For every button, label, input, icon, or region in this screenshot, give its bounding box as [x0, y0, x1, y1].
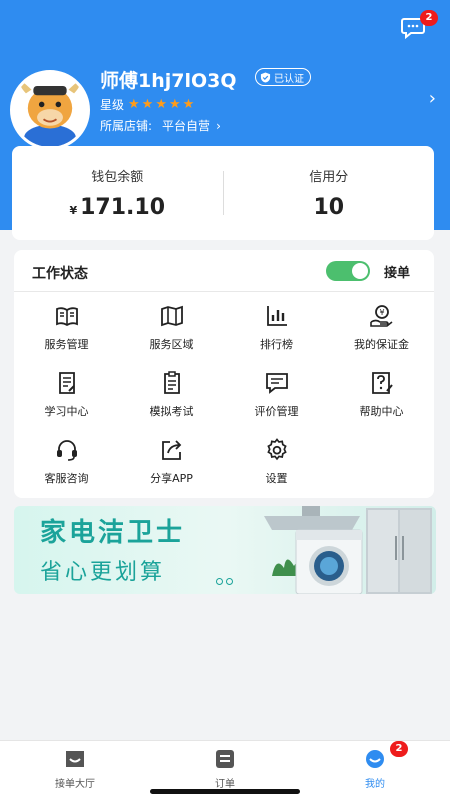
banner-subtitle: 省心更划算 [40, 560, 166, 585]
grid-label: 评价管理 [254, 405, 299, 418]
grid-label: 学习中心 [44, 405, 89, 418]
store-row: 所属店铺: 平台自营 › [100, 117, 221, 134]
certified-badge: 已认证 [255, 68, 311, 86]
currency-symbol: ¥ [69, 204, 78, 217]
grid-item-review-management[interactable]: 评价管理 [224, 365, 329, 432]
credit-score[interactable]: 信用分 10 [224, 166, 435, 220]
nav-label: 订单 [215, 779, 235, 790]
toggle-knob [352, 263, 368, 279]
map-icon [160, 305, 183, 327]
star-icon: ★ [168, 97, 181, 112]
stars: ★ ★ ★ ★ ★ [128, 98, 194, 111]
grid-label: 分享APP [150, 472, 193, 485]
bar-chart-icon [266, 306, 287, 326]
profile-name: 师傅1hj7lO3Q [100, 70, 237, 92]
grid-label: 客服咨询 [44, 472, 89, 485]
shield-icon [260, 71, 271, 83]
credit-label: 信用分 [309, 170, 349, 185]
grid-item-service-management[interactable]: 服务管理 [14, 298, 119, 365]
accept-orders-toggle[interactable] [326, 261, 370, 281]
deposit-icon: ¥ [369, 305, 392, 327]
grid-label: 排行榜 [260, 338, 293, 351]
hall-icon [66, 751, 84, 767]
grid-label: 模拟考试 [149, 405, 194, 418]
grid-item-mock-exam[interactable]: 模拟考试 [119, 365, 224, 432]
grid-label: 服务管理 [44, 338, 89, 351]
grid-item-customer-service[interactable]: 客服咨询 [14, 432, 119, 499]
work-status-title: 工作状态 [32, 266, 88, 282]
star-label: 星级 [100, 98, 125, 112]
messages-badge: 2 [420, 10, 438, 26]
grid-label: 我的保证金 [354, 338, 409, 351]
star-icon: ★ [182, 97, 195, 112]
grid-item-study-center[interactable]: 学习中心 [14, 365, 119, 432]
star-icon: ★ [128, 97, 140, 112]
avatar[interactable] [10, 70, 90, 150]
grid-item-share-app[interactable]: 分享APP [119, 432, 224, 499]
accept-orders-label: 接单 [384, 266, 411, 281]
work-status-card: 工作状态 接单 服务管理 服务区域 排行榜 ¥ 我的保证金 学习中心 模拟考试 … [14, 250, 434, 498]
grid-item-leaderboard[interactable]: 排行榜 [224, 298, 329, 365]
banner-pagination [216, 578, 233, 585]
grid-item-service-area[interactable]: 服务区域 [119, 298, 224, 365]
balance-value: ¥171.10 [12, 195, 223, 220]
store-link[interactable]: 平台自营 › [162, 117, 221, 134]
grid-item-settings[interactable]: 设置 [224, 432, 329, 499]
cow-mascot-icon [13, 73, 87, 147]
star-rating: 星级 ★ ★ ★ ★ ★ [100, 96, 194, 113]
wallet-balance[interactable]: 钱包余额 ¥171.10 [12, 166, 223, 220]
nav-item-mine[interactable]: 2 我的 [300, 741, 450, 800]
gear-icon [266, 438, 287, 461]
banner-dot [216, 578, 223, 585]
promo-banner[interactable]: 家电洁卫士 省心更划算 [14, 506, 436, 594]
profile-chevron-right-icon[interactable]: › [429, 88, 436, 109]
messages-button[interactable]: 2 [400, 10, 438, 42]
balance-label: 钱包余额 [91, 170, 144, 185]
grid-label: 设置 [265, 472, 288, 485]
study-icon [58, 372, 75, 394]
share-icon [161, 440, 181, 460]
order-icon [216, 750, 234, 768]
nav-label: 我的 [365, 779, 385, 790]
nav-item-order-hall[interactable]: 接单大厅 [0, 741, 150, 800]
wallet-card: 钱包余额 ¥171.10 信用分 10 [12, 146, 434, 240]
star-icon: ★ [141, 97, 154, 112]
store-label: 所属店铺: [100, 119, 153, 133]
grid-label: 帮助中心 [359, 405, 404, 418]
help-icon [371, 372, 393, 394]
nav-label: 接单大厅 [55, 779, 95, 790]
comment-icon [265, 373, 288, 394]
work-status-header: 工作状态 接单 [14, 250, 434, 292]
grid-label: 服务区域 [149, 338, 194, 351]
banner-title: 家电洁卫士 [40, 518, 186, 548]
chevron-right-icon: › [216, 118, 221, 133]
headset-icon [56, 440, 77, 461]
certified-label: 已认证 [274, 73, 304, 85]
nav-badge: 2 [390, 741, 408, 757]
svg-text:¥: ¥ [379, 308, 384, 317]
store-name: 平台自营 [162, 119, 211, 133]
book-icon [55, 307, 78, 327]
banner-dot [226, 578, 233, 585]
appliances-illustration [264, 506, 432, 594]
feature-grid: 服务管理 服务区域 排行榜 ¥ 我的保证金 学习中心 模拟考试 评价管理 帮助中… [14, 298, 434, 499]
exam-icon [163, 371, 180, 394]
grid-item-deposit[interactable]: ¥ 我的保证金 [329, 298, 434, 365]
credit-value: 10 [313, 195, 345, 220]
profile-icon [366, 750, 384, 768]
grid-item-help-center[interactable]: 帮助中心 [329, 365, 434, 432]
star-icon: ★ [155, 97, 167, 112]
home-indicator [150, 789, 300, 794]
balance-amount: 171.10 [80, 195, 166, 220]
